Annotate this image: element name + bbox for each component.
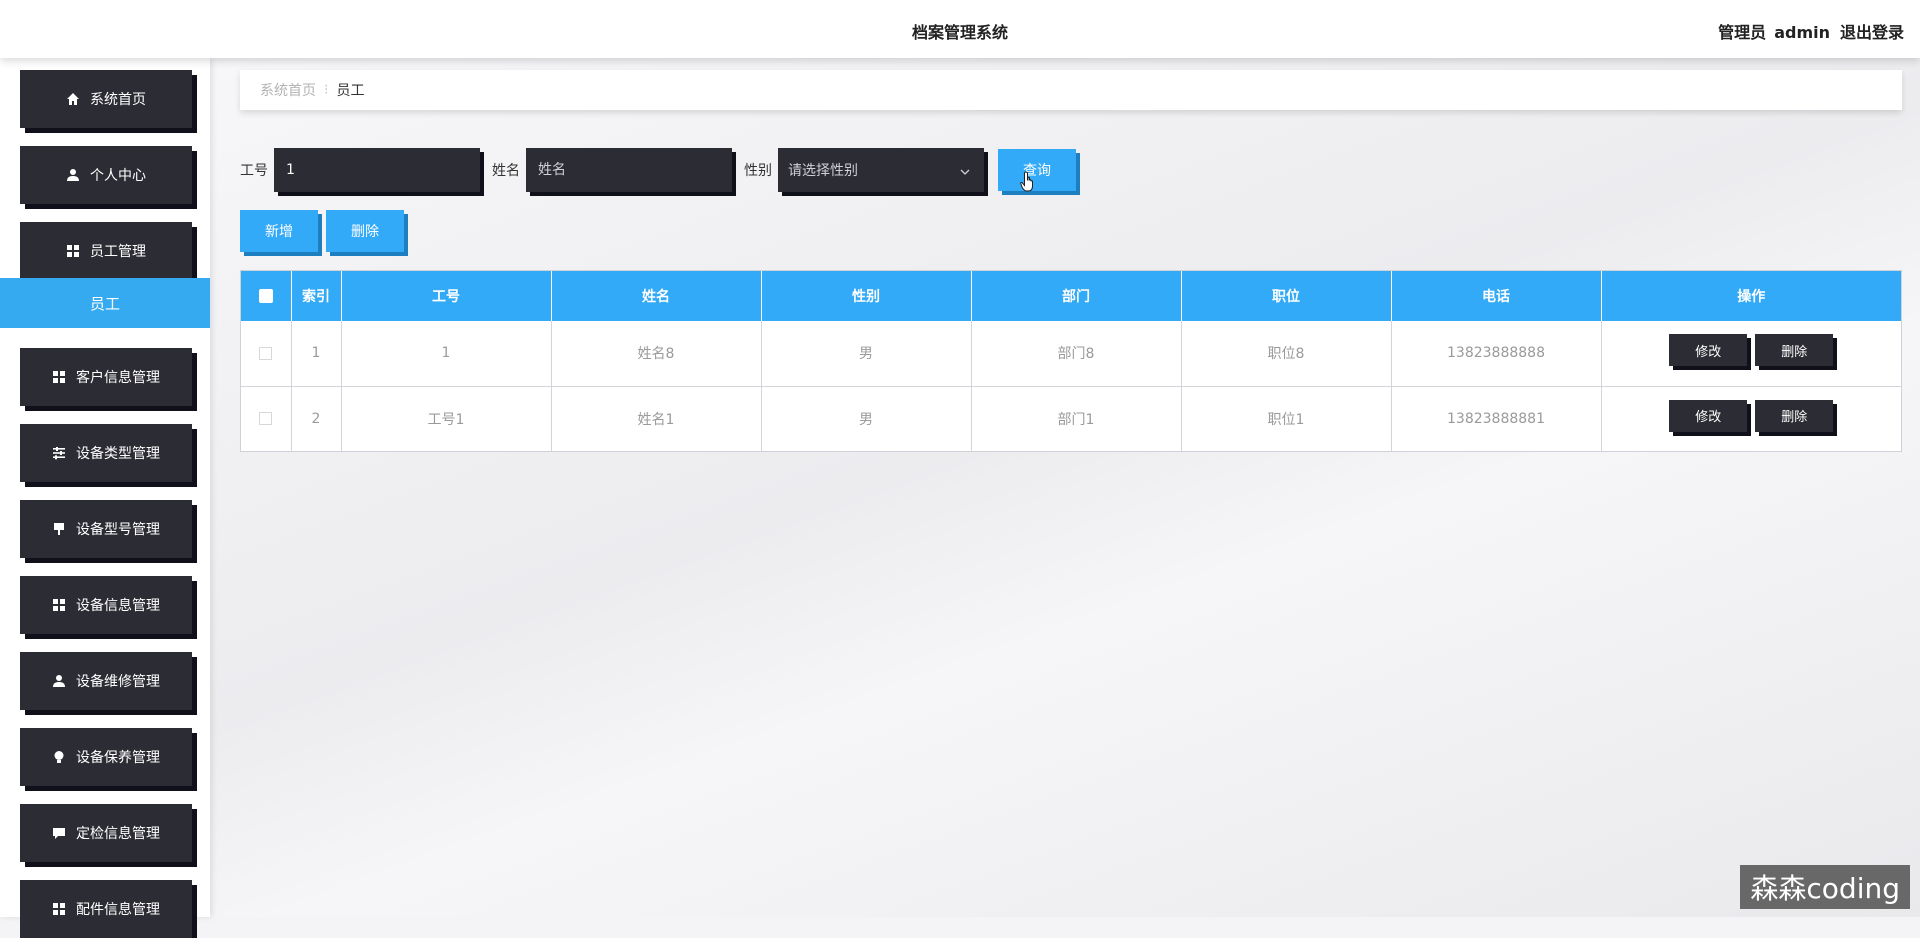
sidebar-item-label: 设备保养管理	[76, 747, 160, 767]
cell-index: 1	[291, 321, 341, 386]
cell-phone: 13823888881	[1391, 386, 1601, 451]
sidebar-item-device-maintenance[interactable]: 设备保养管理	[20, 728, 192, 786]
app-title: 档案管理系统	[0, 19, 1920, 43]
sidebar-item-device-model[interactable]: 设备型号管理	[20, 500, 192, 558]
table-row: 1 1 姓名8 男 部门8 职位8 13823888888 修改删除	[241, 321, 1901, 386]
cell-id: 工号1	[341, 386, 551, 451]
sidebar-item-inspection-info[interactable]: 定检信息管理	[20, 804, 192, 862]
cell-dept: 部门8	[971, 321, 1181, 386]
cell-gender: 男	[761, 386, 971, 451]
hand-cursor-icon	[1020, 171, 1038, 193]
watermark: 森森coding	[1740, 865, 1910, 909]
column-header: 姓名	[551, 271, 761, 321]
select-all-checkbox[interactable]	[259, 289, 273, 303]
cell-index: 2	[291, 386, 341, 451]
breadcrumb: 系统首页 ⁝ 员工	[240, 70, 1902, 110]
sidebar-item-personal-center[interactable]: 个人中心	[20, 146, 192, 204]
breadcrumb-separator: ⁝	[324, 82, 328, 98]
cell-phone: 13823888888	[1391, 321, 1601, 386]
sidebar-item-device-type[interactable]: 设备类型管理	[20, 424, 192, 482]
user-name: admin	[1774, 23, 1830, 42]
id-label: 工号	[240, 160, 268, 180]
sidebar-item-label: 客户信息管理	[76, 367, 160, 387]
column-header: 工号	[341, 271, 551, 321]
bulb-icon	[52, 750, 66, 764]
sidebar-item-label: 定检信息管理	[76, 823, 160, 843]
staff-table: 索引 工号 姓名 性别 部门 职位 电话 操作 1 1 姓名8 男 部门8	[240, 270, 1902, 452]
table-row: 2 工号1 姓名1 男 部门1 职位1 13823888881 修改删除	[241, 386, 1901, 451]
sidebar-item-label: 设备维修管理	[76, 671, 160, 691]
sidebar-item-label: 设备信息管理	[76, 595, 160, 615]
main-content: 系统首页 ⁝ 员工 工号 姓名 性别 请选择性别 查询 新增 删除	[210, 58, 1920, 917]
cell-position: 职位1	[1181, 386, 1391, 451]
add-button[interactable]: 新增	[240, 210, 318, 252]
name-label: 姓名	[492, 160, 520, 180]
user-role: 管理员	[1718, 23, 1766, 42]
sidebar-item-device-repair[interactable]: 设备维修管理	[20, 652, 192, 710]
chevron-down-icon	[960, 165, 970, 175]
cell-name: 姓名8	[551, 321, 761, 386]
cell-position: 职位8	[1181, 321, 1391, 386]
query-button[interactable]: 查询	[998, 149, 1076, 191]
table-header-row: 索引 工号 姓名 性别 部门 职位 电话 操作	[241, 271, 1901, 321]
name-input[interactable]	[526, 148, 732, 192]
gender-label: 性别	[744, 160, 772, 180]
row-delete-button[interactable]: 删除	[1755, 334, 1833, 366]
sidebar: 系统首页 个人中心 员工管理 员工 客户信息管理 设备类型管理 设备型号管理 设…	[0, 58, 210, 917]
column-header: 部门	[971, 271, 1181, 321]
pin-icon	[52, 522, 66, 536]
sidebar-item-customer-info[interactable]: 客户信息管理	[20, 348, 192, 406]
sidebar-item-parts-info[interactable]: 配件信息管理	[20, 880, 192, 938]
home-icon	[66, 92, 80, 106]
sidebar-item-label: 个人中心	[90, 165, 146, 185]
row-delete-button[interactable]: 删除	[1755, 400, 1833, 432]
user-icon	[52, 674, 66, 688]
grid-icon	[52, 370, 66, 384]
sidebar-item-label: 设备类型管理	[76, 443, 160, 463]
edit-button[interactable]: 修改	[1669, 400, 1747, 432]
sidebar-item-device-info[interactable]: 设备信息管理	[20, 576, 192, 634]
gender-select[interactable]: 请选择性别	[778, 148, 984, 192]
column-header: 电话	[1391, 271, 1601, 321]
column-header: 职位	[1181, 271, 1391, 321]
sidebar-subitem-staff[interactable]: 员工	[0, 278, 210, 328]
cell-name: 姓名1	[551, 386, 761, 451]
id-input[interactable]	[274, 148, 480, 192]
logout-link[interactable]: 退出登录	[1840, 23, 1904, 42]
gender-select-placeholder: 请选择性别	[788, 160, 858, 180]
user-area: 管理员 admin 退出登录	[1710, 19, 1904, 43]
row-checkbox[interactable]	[259, 347, 272, 360]
edit-button[interactable]: 修改	[1669, 334, 1747, 366]
sliders-icon	[52, 446, 66, 460]
search-form: 工号 姓名 性别 请选择性别 查询	[240, 148, 1076, 192]
select-all-cell	[241, 271, 291, 321]
sidebar-item-label: 员工管理	[90, 241, 146, 261]
top-bar: 档案管理系统 管理员 admin 退出登录	[0, 0, 1920, 58]
cell-actions: 修改删除	[1601, 386, 1901, 451]
cell-id: 1	[341, 321, 551, 386]
column-header: 操作	[1601, 271, 1901, 321]
sidebar-item-staff-management[interactable]: 员工管理	[20, 222, 192, 280]
user-icon	[66, 168, 80, 182]
grid-icon	[52, 902, 66, 916]
grid-icon	[66, 244, 80, 258]
breadcrumb-home[interactable]: 系统首页	[260, 80, 316, 100]
sidebar-item-label: 系统首页	[90, 89, 146, 109]
sidebar-item-home[interactable]: 系统首页	[20, 70, 192, 128]
breadcrumb-current: 员工	[336, 80, 364, 100]
action-bar: 新增 删除	[240, 210, 412, 252]
row-select-cell	[241, 321, 291, 386]
row-checkbox[interactable]	[259, 412, 272, 425]
column-header: 索引	[291, 271, 341, 321]
grid-icon	[52, 598, 66, 612]
sidebar-item-label: 设备型号管理	[76, 519, 160, 539]
cell-gender: 男	[761, 321, 971, 386]
batch-delete-button[interactable]: 删除	[326, 210, 404, 252]
chat-icon	[52, 826, 66, 840]
cell-actions: 修改删除	[1601, 321, 1901, 386]
column-header: 性别	[761, 271, 971, 321]
row-select-cell	[241, 386, 291, 451]
sidebar-item-label: 配件信息管理	[76, 899, 160, 919]
cell-dept: 部门1	[971, 386, 1181, 451]
